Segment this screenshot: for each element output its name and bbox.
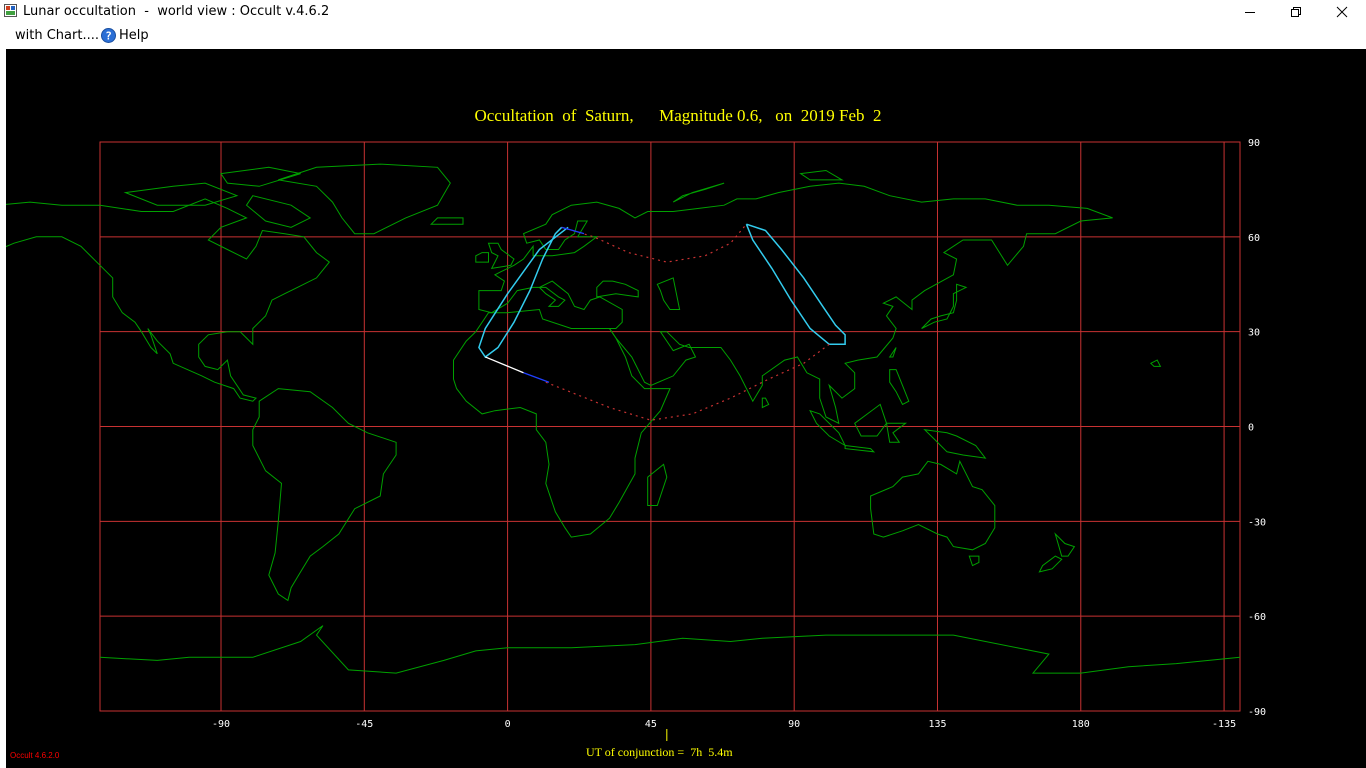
japan-coast [921,283,968,329]
x-tick-label: 45 [645,719,657,730]
x-tick-label: 0 [505,719,511,730]
world-map: -90 -45 0 45 90 135 180 -135 90 60 30 0 -30 -60 -90 [6,138,1266,741]
moonrise-limit-south [545,343,830,421]
ireland-coast [475,252,489,263]
eurasia-coast [478,182,1113,425]
y-tick-label: 0 [1248,423,1254,434]
minimize-button[interactable] [1227,0,1273,23]
java-coast [844,444,876,453]
restore-icon [1291,6,1301,17]
y-tick-label: -30 [1248,517,1266,528]
hawaii-coast [1149,359,1162,367]
iceland-coast [429,217,464,225]
title-bar: Lunar occultation - world view : Occult … [0,0,1366,23]
nz-south-coast [1038,555,1063,573]
y-tick-label: 30 [1248,328,1260,339]
svg-text:?: ? [105,30,112,43]
window-title: Lunar occultation - world view : Occult … [23,4,330,19]
black-sea-coast [596,280,639,298]
occultation-path-west [478,226,569,359]
y-tick-label: 90 [1248,138,1260,149]
africa-coast [453,308,671,538]
novaya-zemlya-coast [672,182,725,203]
world-map-canvas: Occultation of Saturn, Magnitude 0.6, on… [6,49,1366,768]
x-tick-label: -45 [355,719,373,730]
close-button[interactable] [1319,0,1365,23]
philippines-coast [889,369,910,406]
sri-lanka-coast [761,397,770,409]
occultation-path-east [745,223,846,346]
menu-with-chart[interactable]: with Chart.... [15,28,99,43]
x-tick-label: 90 [788,719,800,730]
path-segment-blue [523,372,550,383]
app-icon [4,4,17,17]
south-america-coast [252,388,397,602]
minimize-icon [1245,11,1255,13]
north-america-coast [6,198,331,402]
tasmania-coast [968,555,980,567]
menu-help[interactable]: Help [119,28,149,43]
baffin-coast [245,195,312,228]
y-tick-label: -60 [1248,612,1266,623]
antarctica-coast [99,625,1241,674]
conjunction-time: UT of conjunction = 7h 5.4m [586,745,733,759]
x-tick-label: -135 [1212,719,1236,730]
nz-north-coast [1054,532,1076,557]
caspian-sea-coast [656,277,681,310]
path-segment-white [485,356,524,374]
borneo-coast [854,403,888,437]
britain-coast [487,242,515,270]
x-tick-label: 135 [928,719,946,730]
y-tick-label: -90 [1248,707,1266,718]
x-tick-label: -90 [212,719,230,730]
x-tick-label: 180 [1072,719,1090,730]
sumatra-coast [809,409,847,447]
moonrise-limit-north [561,223,747,263]
severnaya-zemlya-coast [799,169,844,181]
y-tick-label: 60 [1248,233,1260,244]
version-label: Occult 4.6.2.0 [10,751,60,760]
help-icon: ? [101,28,116,43]
arctic-island-coast [123,182,239,206]
australia-coast [870,459,996,551]
taiwan-coast [888,347,897,358]
menu-bar: with Chart.... ? Help [0,23,1366,48]
close-icon [1336,6,1348,17]
ellesmere-coast [220,166,301,187]
restore-button[interactable] [1273,0,1319,23]
new-guinea-coast [923,428,987,459]
occultation-paths [478,223,846,741]
coastlines [6,163,1241,674]
